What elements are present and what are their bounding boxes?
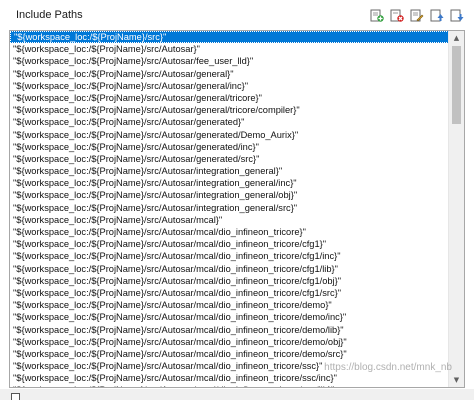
list-item[interactable]: "${workspace_loc:/${ProjName}/src/Autosa… (10, 116, 449, 128)
list-item[interactable]: "${workspace_loc:/${ProjName}/src/Autosa… (10, 92, 449, 104)
list-item[interactable]: "${workspace_loc:/${ProjName}/src/Autosa… (10, 68, 449, 80)
list-item[interactable]: "${workspace_loc:/${ProjName}/src/Autosa… (10, 43, 449, 55)
list-item[interactable]: "${workspace_loc:/${ProjName}/src}" (10, 31, 449, 44)
list-item[interactable]: "${workspace_loc:/${ProjName}/src/Autosa… (10, 104, 449, 116)
scroll-up-arrow-icon[interactable]: ▲ (449, 31, 464, 45)
path-toolbar (370, 8, 464, 22)
list-item[interactable]: "${workspace_loc:/${ProjName}/src/Autosa… (10, 287, 449, 299)
move-up-icon[interactable] (430, 8, 444, 22)
edit-path-icon[interactable] (410, 8, 424, 22)
watermark: https://blog.csdn.net/mnk_nb (324, 362, 452, 373)
list-item[interactable]: "${workspace_loc:/${ProjName}/src/Autosa… (10, 141, 449, 153)
include-paths-panel: Include Paths "${workspace_loc:/${ProjNa… (0, 0, 474, 400)
list-item[interactable]: "${workspace_loc:/${ProjName}/src/Autosa… (10, 165, 449, 177)
list-item[interactable]: "${workspace_loc:/${ProjName}/src/Autosa… (10, 177, 449, 189)
list-item[interactable]: "${workspace_loc:/${ProjName}/src/Autosa… (10, 202, 449, 214)
move-down-icon[interactable] (450, 8, 464, 22)
footer-checkbox[interactable] (11, 393, 20, 400)
list-item[interactable]: "${workspace_loc:/${ProjName}/src/Autosa… (10, 214, 449, 226)
list-item[interactable]: "${workspace_loc:/${ProjName}/src/Autosa… (10, 311, 449, 323)
list-item[interactable]: "${workspace_loc:/${ProjName}/src/Autosa… (10, 55, 449, 67)
list-item[interactable]: "${workspace_loc:/${ProjName}/src/Autosa… (10, 299, 449, 311)
list-item[interactable]: "${workspace_loc:/${ProjName}/src/Autosa… (10, 129, 449, 141)
list-item[interactable]: "${workspace_loc:/${ProjName}/src/Autosa… (10, 238, 449, 250)
list-item[interactable]: "${workspace_loc:/${ProjName}/src/Autosa… (10, 189, 449, 201)
add-path-icon[interactable] (370, 8, 384, 22)
list-item[interactable]: "${workspace_loc:/${ProjName}/src/Autosa… (10, 153, 449, 165)
list-item[interactable]: "${workspace_loc:/${ProjName}/src/Autosa… (10, 80, 449, 92)
list-item[interactable]: "${workspace_loc:/${ProjName}/src/Autosa… (10, 348, 449, 360)
scrollbar-thumb[interactable] (452, 46, 461, 124)
footer-strip (0, 389, 474, 400)
panel-title: Include Paths (16, 9, 83, 21)
list-item[interactable]: "${workspace_loc:/${ProjName}/src/Autosa… (10, 372, 449, 384)
include-path-list[interactable]: "${workspace_loc:/${ProjName}/src}" "${wo… (9, 30, 465, 388)
vertical-scrollbar[interactable]: ▲ ▼ (448, 31, 464, 387)
list-item[interactable]: "${workspace_loc:/${ProjName}/src/Autosa… (10, 275, 449, 287)
list-item[interactable]: "${workspace_loc:/${ProjName}/src/Autosa… (10, 263, 449, 275)
list-item[interactable]: "${workspace_loc:/${ProjName}/src/Autosa… (10, 336, 449, 348)
list-item[interactable]: "${workspace_loc:/${ProjName}/src/Autosa… (10, 324, 449, 336)
list-item[interactable]: "${workspace_loc:/${ProjName}/src/Autosa… (10, 250, 449, 262)
list-item[interactable]: "${workspace_loc:/${ProjName}/src/Autosa… (10, 226, 449, 238)
panel-header: Include Paths (0, 0, 474, 30)
path-rows: "${workspace_loc:/${ProjName}/src}" "${wo… (10, 31, 449, 387)
delete-path-icon[interactable] (390, 8, 404, 22)
list-item[interactable]: "${workspace_loc:/${ProjName}/src/Autosa… (10, 384, 449, 387)
scroll-down-arrow-icon[interactable]: ▼ (449, 373, 464, 387)
